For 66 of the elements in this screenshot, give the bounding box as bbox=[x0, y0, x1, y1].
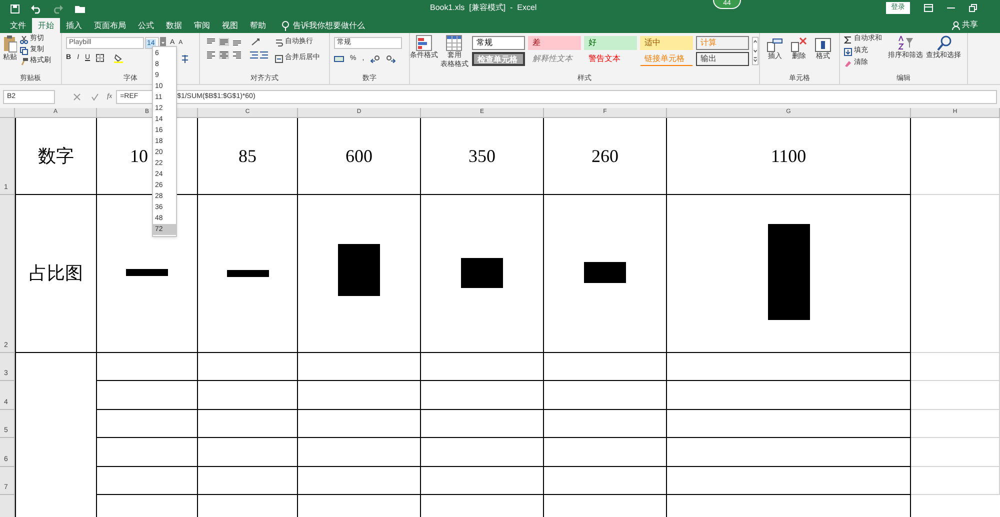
table-cell: 1100 bbox=[667, 118, 911, 195]
person-icon bbox=[952, 20, 960, 30]
restore-icon[interactable] bbox=[969, 4, 977, 12]
ribbon-tab[interactable]: 审阅 bbox=[188, 18, 216, 33]
borders-icon[interactable] bbox=[96, 54, 104, 62]
cell-style-item[interactable]: 差 bbox=[528, 36, 582, 50]
tell-me-field[interactable]: 告诉我你想要做什么 bbox=[282, 18, 365, 33]
ribbon-tab[interactable]: 开始 bbox=[32, 18, 60, 33]
ribbon-tab[interactable]: 帮助 bbox=[244, 18, 272, 33]
save-icon[interactable] bbox=[10, 4, 20, 14]
orientation-icon[interactable] bbox=[251, 38, 261, 46]
window-title: Book1.xls [兼容模式] - Excel bbox=[430, 2, 537, 14]
align-right-icon[interactable] bbox=[232, 51, 242, 59]
sort-filter-icon bbox=[898, 35, 914, 51]
cell-style-item[interactable]: 常规 bbox=[472, 36, 526, 50]
delete-cells-icon bbox=[791, 36, 807, 52]
table-cell: 占比图 bbox=[15, 195, 97, 353]
bar-drawing bbox=[338, 244, 380, 296]
phonetic-guide-icon[interactable] bbox=[180, 54, 190, 64]
insert-cells-icon bbox=[767, 36, 783, 52]
align-left-icon[interactable] bbox=[206, 51, 216, 59]
ribbon-tab[interactable]: 插入 bbox=[60, 18, 88, 33]
eraser-icon bbox=[844, 60, 852, 68]
gallery-scroll-icon[interactable] bbox=[752, 36, 759, 66]
share-button[interactable]: 共享 bbox=[952, 19, 978, 31]
ribbon-tab[interactable]: 页面布局 bbox=[88, 18, 132, 33]
merge-icon bbox=[275, 54, 283, 62]
fill-down-icon bbox=[844, 48, 852, 56]
table-cell: 85 bbox=[198, 118, 298, 195]
table-cell: 数字 bbox=[15, 118, 97, 195]
currency-icon[interactable] bbox=[334, 55, 344, 64]
undo-icon[interactable] bbox=[30, 4, 42, 14]
bar-drawing bbox=[584, 262, 626, 283]
align-top-icon[interactable] bbox=[206, 38, 216, 46]
wrap-icon bbox=[275, 38, 283, 46]
indent-icon[interactable] bbox=[249, 51, 269, 59]
bar-drawing bbox=[126, 268, 168, 276]
brush-icon bbox=[20, 58, 28, 66]
ribbon-display-icon[interactable] bbox=[924, 4, 933, 12]
table-cell: 260 bbox=[544, 118, 667, 195]
bar-drawing bbox=[461, 258, 503, 288]
decimal-decrease-icon[interactable] bbox=[386, 55, 396, 64]
cell-style-item[interactable]: 适中 bbox=[640, 36, 694, 50]
table-cell: 600 bbox=[298, 118, 421, 195]
format-cells-icon bbox=[815, 36, 831, 52]
ribbon-tab[interactable]: 文件 bbox=[4, 18, 32, 33]
folder-icon[interactable] bbox=[74, 4, 86, 14]
cell-style-item[interactable]: 输出 bbox=[696, 52, 750, 66]
table-cell: 350 bbox=[421, 118, 544, 195]
align-bottom-icon[interactable] bbox=[232, 38, 242, 46]
lightbulb-icon bbox=[282, 20, 289, 30]
fill-color-icon[interactable] bbox=[114, 54, 124, 63]
enter-icon[interactable] bbox=[91, 92, 99, 100]
copy-icon bbox=[20, 46, 28, 54]
bar-drawing bbox=[226, 270, 268, 276]
cell-style-item[interactable]: 好 bbox=[584, 36, 638, 50]
cancel-icon[interactable] bbox=[73, 92, 81, 100]
decimal-increase-icon[interactable] bbox=[370, 55, 380, 64]
align-center-icon[interactable] bbox=[219, 51, 229, 59]
ribbon-tab[interactable]: 视图 bbox=[216, 18, 244, 33]
ribbon-tab[interactable]: 公式 bbox=[132, 18, 160, 33]
align-middle-icon[interactable] bbox=[219, 38, 229, 46]
scissors-icon bbox=[20, 36, 28, 44]
ribbon-tab[interactable]: 数据 bbox=[160, 18, 188, 33]
sigma-icon bbox=[844, 36, 852, 44]
search-icon bbox=[936, 35, 952, 51]
